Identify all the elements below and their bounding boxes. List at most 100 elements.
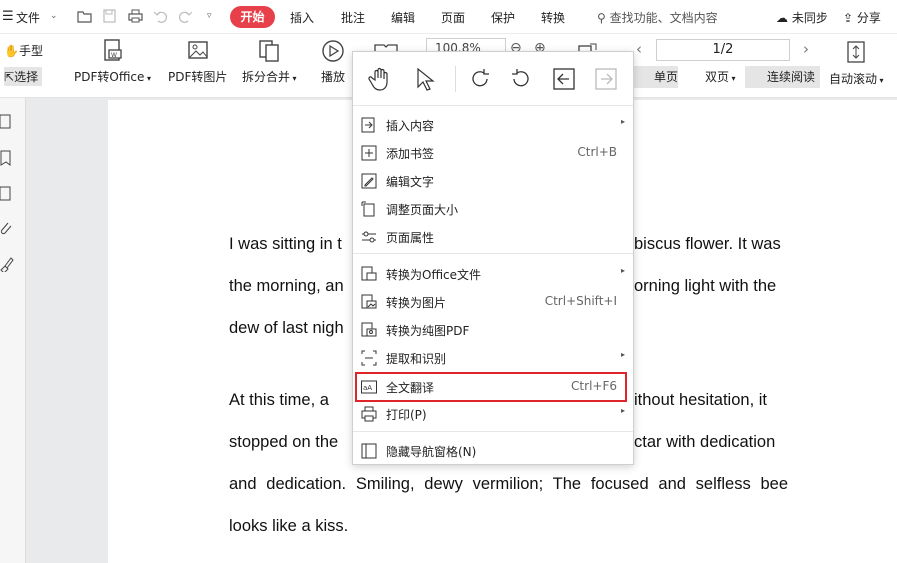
rotate-clockwise-icon[interactable] bbox=[467, 66, 493, 92]
menu-item-label: 页面属性 bbox=[386, 231, 435, 245]
context-menu-toolbar bbox=[353, 52, 633, 106]
double-page-label: 双页 bbox=[705, 70, 730, 84]
tab-insert[interactable]: 插入 bbox=[290, 9, 314, 26]
undo-icon[interactable] bbox=[153, 9, 168, 23]
resize-page-icon bbox=[361, 201, 375, 217]
tab-protect[interactable]: 保护 bbox=[491, 9, 515, 26]
document-text-line: looks like a kiss. bbox=[229, 517, 349, 535]
menu-item-shortcut: Ctrl+Shift+I bbox=[544, 294, 617, 308]
convert-office-icon bbox=[361, 266, 377, 281]
select-arrow-icon[interactable] bbox=[411, 66, 437, 92]
menu-item-convert-pure-image-pdf[interactable]: 转换为纯图PDF bbox=[353, 316, 633, 344]
hand-tool-button[interactable]: ✋手型 bbox=[4, 42, 43, 59]
pdf-to-image-button[interactable]: PDF转图片 bbox=[168, 38, 227, 85]
thumbnail-icon[interactable] bbox=[0, 114, 14, 130]
bookmark-add-icon bbox=[361, 145, 377, 161]
continuous-read-button[interactable]: 连续阅读 bbox=[745, 66, 820, 88]
select-tool-button[interactable]: ⇱选择 bbox=[4, 67, 43, 86]
submenu-arrow-icon: ▸ bbox=[620, 406, 625, 415]
pdf-to-office-button[interactable]: W PDF转Office ▾ bbox=[74, 38, 151, 85]
prev-page-icon[interactable] bbox=[551, 66, 577, 92]
menu-item-label: 转换为纯图PDF bbox=[386, 324, 470, 338]
double-page-button[interactable]: 双页 ▾ bbox=[683, 66, 741, 88]
menu-item-label: 编辑文字 bbox=[386, 175, 435, 189]
hand-icon: ✋ bbox=[4, 44, 19, 58]
image-pdf-icon bbox=[361, 322, 377, 337]
cursor-icon: ⇱ bbox=[4, 70, 15, 84]
menu-item-shortcut: Ctrl+F6 bbox=[571, 379, 617, 393]
search-placeholder: 查找功能、文档内容 bbox=[609, 11, 718, 25]
single-page-label: 单页 bbox=[654, 70, 679, 84]
comment-panel-icon[interactable] bbox=[0, 186, 14, 202]
hand-tool-icon[interactable] bbox=[367, 66, 393, 92]
tab-page[interactable]: 页面 bbox=[441, 9, 465, 26]
search-input[interactable]: ⚲ 查找功能、文档内容 bbox=[597, 9, 718, 26]
document-text-line: dew of last nigh bbox=[229, 319, 344, 337]
quick-access-dropdown-icon[interactable]: ▿ bbox=[207, 11, 212, 21]
share-icon: ⇪ bbox=[843, 11, 854, 25]
menu-item-convert-image[interactable]: 转换为图片 Ctrl+Shift+I bbox=[353, 288, 633, 316]
save-icon[interactable] bbox=[102, 9, 117, 23]
menu-item-label: 提取和识别 bbox=[386, 352, 447, 366]
menu-item-extract-recognize[interactable]: 提取和识别 ▸ bbox=[353, 344, 633, 372]
share-button[interactable]: ⇪ 分享 bbox=[843, 9, 881, 26]
tab-convert[interactable]: 转换 bbox=[541, 9, 565, 26]
sync-status[interactable]: ☁ 未同步 bbox=[776, 9, 828, 26]
rotate-counterclockwise-icon[interactable] bbox=[508, 66, 534, 92]
auto-scroll-label: 自动滚动 bbox=[829, 72, 878, 86]
menu-item-print[interactable]: 打印(P) ▸ bbox=[353, 400, 633, 428]
tab-comment[interactable]: 批注 bbox=[341, 9, 365, 26]
document-text-line: ctar with dedication bbox=[634, 433, 776, 451]
tab-home[interactable]: 开始 bbox=[230, 6, 275, 28]
bookmark-icon[interactable] bbox=[0, 150, 14, 166]
signature-icon[interactable] bbox=[0, 256, 14, 272]
file-menu[interactable]: 文件 bbox=[16, 9, 40, 26]
menu-item-hide-nav-pane[interactable]: 隐藏导航窗格(N) bbox=[353, 437, 633, 465]
auto-scroll-button[interactable]: 自动滚动 ▾ bbox=[829, 70, 884, 87]
menu-item-add-bookmark[interactable]: 添加书签 Ctrl+B bbox=[353, 139, 633, 167]
menu-bar: ☰ 文件 ⌄ ▿ 开始 插入 批注 编辑 页面 保护 转换 ⚲ 查找功能、文档内… bbox=[0, 0, 897, 34]
prev-page-icon[interactable]: ‹ bbox=[636, 40, 642, 58]
attachment-icon[interactable] bbox=[0, 220, 14, 236]
open-folder-icon[interactable] bbox=[77, 9, 92, 23]
share-label: 分享 bbox=[856, 11, 881, 25]
navigation-rail bbox=[0, 98, 26, 563]
menu-item-convert-office[interactable]: 转换为Office文件 ▸ bbox=[353, 260, 633, 288]
next-page-icon[interactable]: › bbox=[803, 40, 809, 58]
page-number-input[interactable]: 1/2 bbox=[656, 39, 790, 61]
menu-item-page-properties[interactable]: 页面属性 bbox=[353, 223, 633, 251]
document-text-line: stopped on the bbox=[229, 433, 339, 451]
translate-icon: aA bbox=[361, 380, 377, 394]
tab-edit[interactable]: 编辑 bbox=[391, 9, 415, 26]
chevron-down-icon[interactable]: ⌄ bbox=[50, 11, 58, 21]
play-label: 播放 bbox=[320, 70, 345, 84]
svg-text:W: W bbox=[111, 52, 117, 59]
menu-item-label: 添加书签 bbox=[386, 147, 435, 161]
play-icon bbox=[322, 40, 344, 62]
next-page-icon[interactable] bbox=[593, 66, 619, 92]
extract-recognize-icon bbox=[361, 350, 377, 366]
menu-separator bbox=[353, 253, 633, 254]
auto-scroll-icon[interactable] bbox=[845, 40, 867, 64]
document-text-line: orning light with the bbox=[634, 277, 777, 295]
single-page-button[interactable]: 单页 bbox=[632, 66, 678, 88]
menu-item-label: 转换为Office文件 bbox=[386, 268, 482, 282]
menu-item-edit-text[interactable]: 编辑文字 bbox=[353, 167, 633, 195]
document-text-line: ithout hesitation, it bbox=[634, 391, 767, 409]
document-text-line: the morning, an bbox=[229, 277, 344, 295]
print-icon[interactable] bbox=[128, 9, 143, 23]
play-button[interactable]: 播放 bbox=[320, 38, 346, 85]
submenu-arrow-icon: ▸ bbox=[620, 266, 625, 275]
menu-item-insert-content[interactable]: 插入内容 ▸ bbox=[353, 111, 633, 139]
split-merge-label: 拆分合并 bbox=[242, 70, 291, 84]
pdf-to-image-label: PDF转图片 bbox=[168, 70, 228, 84]
redo-icon[interactable] bbox=[178, 9, 193, 23]
pdf-office-icon: W bbox=[104, 39, 123, 61]
menu-icon[interactable]: ☰ bbox=[2, 9, 14, 24]
menu-item-full-translate[interactable]: aA 全文翻译 Ctrl+F6 bbox=[353, 373, 633, 401]
split-merge-icon bbox=[259, 40, 279, 62]
split-merge-button[interactable]: 拆分合并 ▾ bbox=[242, 38, 297, 85]
svg-text:aA: aA bbox=[363, 384, 372, 392]
menu-separator bbox=[353, 431, 633, 432]
menu-item-resize-page[interactable]: 调整页面大小 bbox=[353, 195, 633, 223]
